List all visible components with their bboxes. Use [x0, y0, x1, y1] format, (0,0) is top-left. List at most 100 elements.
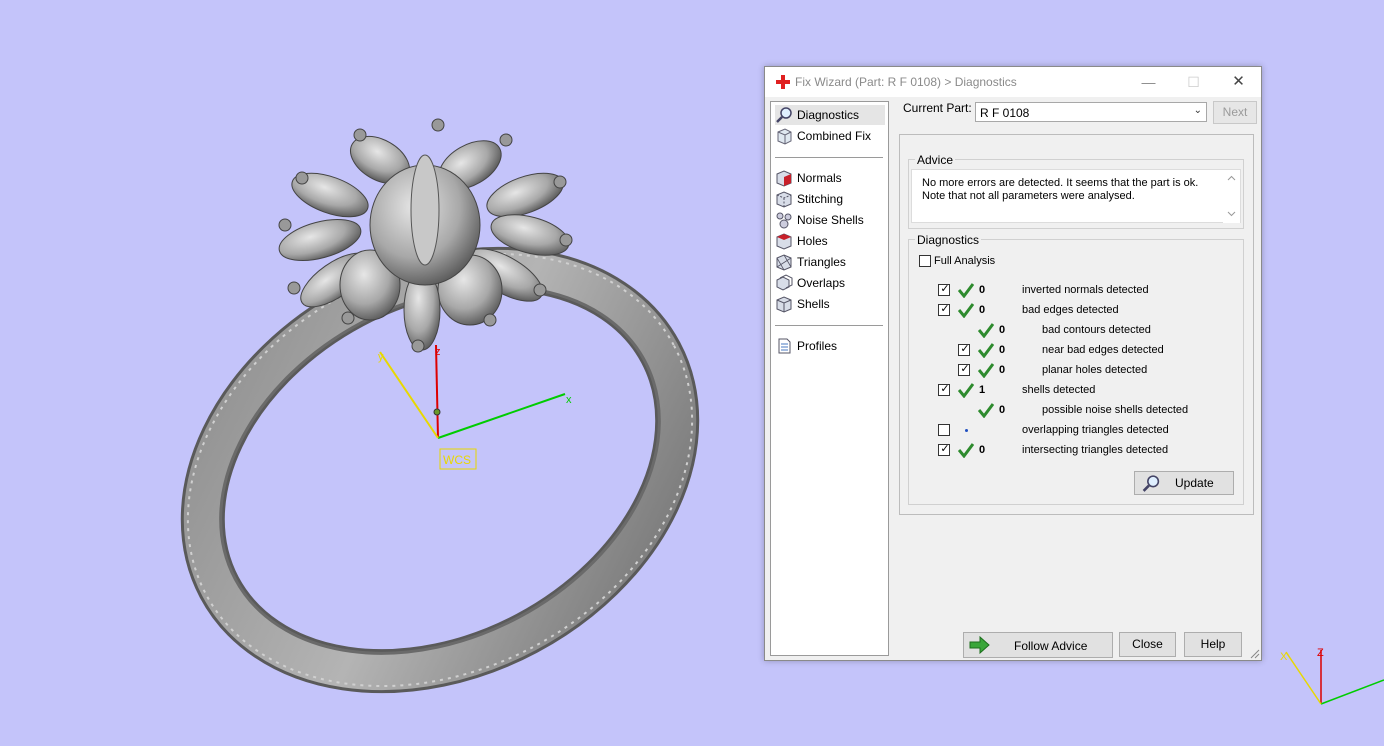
- advice-scrollbar[interactable]: [1223, 170, 1240, 223]
- scroll-arrows-icon: [1227, 175, 1236, 217]
- advice-text-area[interactable]: No more errors are detected. It seems th…: [911, 169, 1241, 223]
- checkmark-icon: ✓: [960, 363, 970, 375]
- mini-axis-z-label: Z: [1317, 647, 1324, 659]
- diagnostic-label: intersecting triangles detected: [1022, 444, 1169, 456]
- diagnostic-label: possible noise shells detected: [1042, 404, 1189, 416]
- update-button[interactable]: Update: [1134, 471, 1234, 495]
- full-analysis-checkbox[interactable]: [919, 255, 931, 267]
- green-arrow-icon: [969, 636, 990, 654]
- next-button[interactable]: Next: [1213, 101, 1257, 124]
- full-analysis-label: Full Analysis: [934, 255, 996, 267]
- nav-item-triangles[interactable]: Triangles: [775, 252, 885, 272]
- diagnostic-count: 0: [999, 404, 1006, 416]
- combined-fix-icon: [777, 128, 792, 145]
- shells-cube-icon: [776, 296, 792, 313]
- diagnostic-checkbox[interactable]: [938, 424, 950, 436]
- current-part-select[interactable]: R F 0108 ⌄: [975, 102, 1207, 122]
- diagnostic-count: 0: [999, 344, 1006, 356]
- wcs-label: WCS: [443, 453, 471, 467]
- green-check-icon: [958, 303, 974, 318]
- diagnostic-count: 0: [979, 284, 986, 296]
- advice-text: No more errors are detected. It seems th…: [922, 177, 1199, 202]
- current-part-value: R F 0108: [980, 106, 1030, 120]
- nav-item-profiles[interactable]: Profiles: [775, 336, 885, 356]
- title-bar[interactable]: Fix Wizard (Part: R F 0108) > Diagnostic…: [765, 67, 1261, 97]
- magnifier-icon: [1142, 475, 1160, 492]
- magnifier-icon: [776, 107, 792, 123]
- window-title: Fix Wizard (Part: R F 0108) > Diagnostic…: [795, 75, 1017, 89]
- diagnostic-label: overlapping triangles detected: [1022, 424, 1169, 436]
- green-check-icon: [958, 383, 974, 398]
- nav-separator: [775, 325, 883, 326]
- nav-item-stitching[interactable]: Stitching: [775, 189, 885, 209]
- nav-item-overlaps[interactable]: Overlaps: [775, 273, 885, 293]
- checkmark-icon: ✓: [940, 303, 950, 315]
- nav-item-noise-shells[interactable]: Noise Shells: [775, 210, 885, 230]
- checkmark-icon: ✓: [960, 343, 970, 355]
- diagnostic-checkbox[interactable]: ✓: [958, 343, 970, 356]
- diagnostic-checkbox[interactable]: ✓: [938, 443, 950, 456]
- fix-wizard-dialog: Fix Wizard (Part: R F 0108) > Diagnostic…: [764, 66, 1262, 661]
- document-icon: [778, 338, 791, 354]
- green-check-icon: [978, 363, 994, 378]
- diagnostic-count: 1: [979, 384, 986, 396]
- diagnostic-count: 0: [979, 304, 986, 316]
- diagnostic-checkbox[interactable]: ✓: [938, 383, 950, 396]
- nav-item-diagnostics[interactable]: Diagnostics: [775, 105, 885, 125]
- stitching-cube-icon: [776, 191, 792, 208]
- diagnostic-label: shells detected: [1022, 384, 1096, 396]
- normals-cube-icon: [776, 170, 792, 187]
- diagnostic-count: 0: [999, 324, 1006, 336]
- close-window-button[interactable]: ✕: [1216, 67, 1261, 97]
- diagnostic-checkbox[interactable]: ✓: [958, 363, 970, 376]
- red-cross-icon: [776, 75, 790, 89]
- diagnostic-count: 0: [999, 364, 1006, 376]
- green-check-icon: [978, 343, 994, 358]
- update-label: Update: [1175, 476, 1214, 490]
- holes-cube-icon: [776, 233, 792, 250]
- maximize-button[interactable]: ☐: [1171, 67, 1216, 97]
- resize-grip-icon[interactable]: [1250, 649, 1260, 659]
- wizard-nav-panel: Diagnostics Combined Fix Normals Stitchi…: [770, 101, 889, 656]
- help-button[interactable]: Help: [1184, 632, 1242, 657]
- triangles-cube-icon: [776, 254, 792, 271]
- diagnostic-label: planar holes detected: [1042, 364, 1148, 376]
- green-check-icon: [958, 283, 974, 298]
- mini-axis-x-label: X: [1280, 651, 1288, 663]
- checkmark-icon: ✓: [940, 283, 950, 295]
- nav-item-normals[interactable]: Normals: [775, 168, 885, 188]
- axis-x-label: x: [566, 394, 572, 406]
- chevron-down-icon: ⌄: [1193, 105, 1202, 116]
- follow-advice-button[interactable]: Follow Advice: [963, 632, 1113, 658]
- diagnostics-group-title: Diagnostics: [915, 233, 982, 247]
- noise-shells-icon: [776, 212, 792, 229]
- overlaps-cube-icon: [776, 274, 793, 291]
- nav-item-shells[interactable]: Shells: [775, 294, 885, 314]
- wcs-axes: z x y WCS: [378, 344, 572, 470]
- follow-advice-label: Follow Advice: [1014, 639, 1088, 653]
- advice-group-title: Advice: [915, 153, 956, 167]
- axis-y-label: y: [378, 351, 384, 363]
- pending-dot-icon: [965, 429, 968, 432]
- ring-model[interactable]: [112, 118, 768, 746]
- diagnostic-checkbox[interactable]: ✓: [938, 303, 950, 316]
- diagnostic-label: inverted normals detected: [1022, 284, 1149, 296]
- nav-separator: [775, 157, 883, 158]
- nav-item-holes[interactable]: Holes: [775, 231, 885, 251]
- close-button[interactable]: Close: [1119, 632, 1176, 657]
- diagnostic-label: near bad edges detected: [1042, 344, 1164, 356]
- checkmark-icon: ✓: [940, 383, 950, 395]
- green-check-icon: [958, 443, 974, 458]
- diagnostic-count: 0: [979, 444, 986, 456]
- green-check-icon: [978, 403, 994, 418]
- nav-item-combined-fix[interactable]: Combined Fix: [775, 126, 885, 146]
- current-part-label: Current Part:: [903, 101, 972, 115]
- mini-axes-widget: Z X: [1280, 647, 1384, 705]
- diagnostic-label: bad edges detected: [1022, 304, 1119, 316]
- green-check-icon: [978, 323, 994, 338]
- diagnostic-checkbox[interactable]: ✓: [938, 283, 950, 296]
- minimize-button[interactable]: —: [1126, 67, 1171, 97]
- axis-z-label: z: [435, 346, 441, 358]
- diagnostic-label: bad contours detected: [1042, 324, 1151, 336]
- checkmark-icon: ✓: [940, 443, 950, 455]
